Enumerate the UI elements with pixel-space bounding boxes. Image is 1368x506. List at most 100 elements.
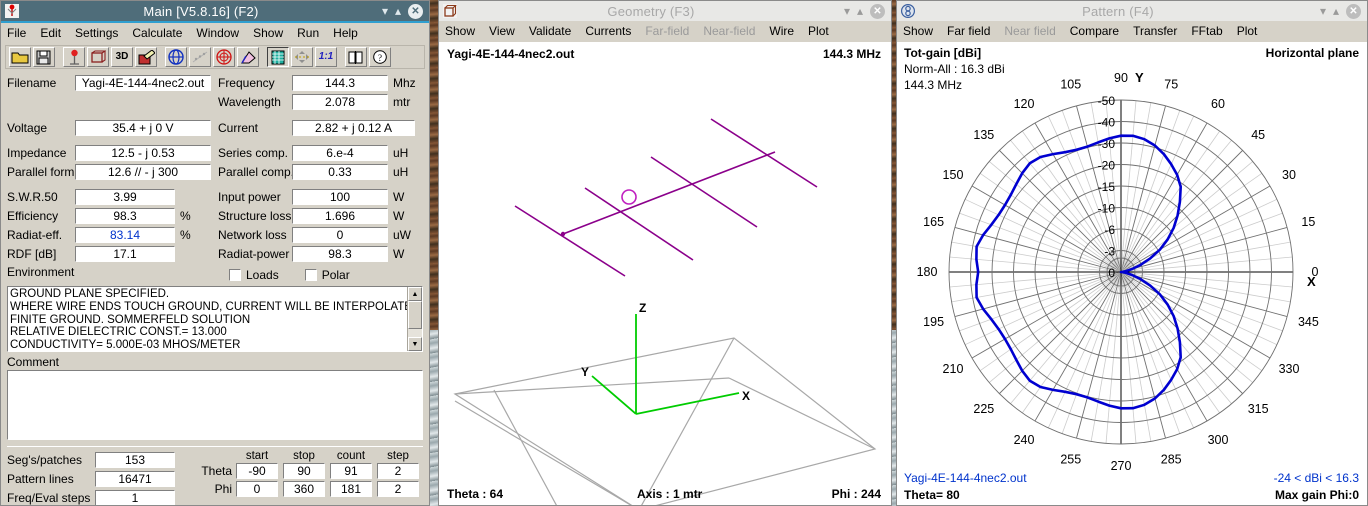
theta-start-input[interactable]: -90 [236, 463, 278, 479]
near-field-icon[interactable] [189, 47, 211, 67]
segs-input[interactable]: 153 [95, 451, 175, 468]
zoom-1to1-icon[interactable]: 1:1 [315, 47, 337, 67]
efficiency-label: Efficiency [7, 208, 59, 223]
swr-input[interactable]: 3.99 [75, 188, 175, 205]
geo-menu-show[interactable]: Show [445, 24, 475, 38]
scrollbar-track[interactable] [408, 329, 422, 337]
scrollbar-thumb[interactable] [408, 301, 422, 329]
pattern-icon [900, 3, 916, 19]
theta-stop-input[interactable]: 90 [283, 463, 325, 479]
geo-menu-currents[interactable]: Currents [585, 24, 631, 38]
impedance-input[interactable]: 12.5 - j 0.53 [75, 144, 211, 161]
radiat-power-input[interactable]: 98.3 [291, 245, 388, 262]
phi-start-input[interactable]: 0 [236, 481, 278, 497]
pat-menu-transfer[interactable]: Transfer [1133, 24, 1177, 38]
parallel-comp-input[interactable]: 0.33 [291, 163, 388, 180]
minimize-icon[interactable]: ▾ [1320, 5, 1326, 17]
maximize-icon[interactable]: ▴ [1333, 5, 1339, 17]
geo-menu-plot[interactable]: Plot [808, 24, 829, 38]
phi-stop-input[interactable]: 360 [283, 481, 325, 497]
notes-icon[interactable] [345, 47, 367, 67]
freq-steps-input[interactable]: 1 [95, 489, 175, 505]
view-3d-icon[interactable]: 3D [111, 47, 133, 67]
parallel-form-input[interactable]: 12.6 // - j 300 [75, 163, 211, 180]
filename-input[interactable]: Yagi-4E-144-4nec2.out [75, 74, 211, 91]
axis-label-z: Z [639, 301, 646, 315]
polar-axis-y-marker: Y [1135, 70, 1144, 85]
maximize-icon[interactable]: ▴ [857, 5, 863, 17]
pattern-canvas[interactable]: Tot-gain [dBi] Norm-All : 16.3 dBi 144.3… [897, 42, 1367, 505]
series-comp-unit: uH [392, 145, 409, 160]
yagi-wireframe-view [514, 118, 818, 277]
series-comp-input[interactable]: 6.e-4 [291, 144, 388, 161]
radial-tick-label: -10 [1098, 202, 1116, 216]
network-loss-input[interactable]: 0 [291, 226, 388, 243]
wavelength-input[interactable]: 2.078 [291, 93, 388, 110]
close-icon[interactable]: ✕ [408, 3, 423, 19]
save-file-icon[interactable] [33, 47, 55, 67]
polar-checkbox-box[interactable] [304, 269, 317, 281]
menu-window[interactable]: Window [196, 26, 239, 40]
pat-menu-plot[interactable]: Plot [1237, 24, 1258, 38]
main-toolbar: 3D 1:1 ? [5, 45, 425, 69]
environment-listbox[interactable]: GROUND PLANE SPECIFIED. WHERE WIRE ENDS … [7, 286, 423, 352]
optimizer-icon[interactable] [237, 47, 259, 67]
feed-point-marker [621, 189, 637, 205]
theta-count-input[interactable]: 91 [330, 463, 372, 479]
environment-scrollbar[interactable]: ▲ ▼ [407, 287, 422, 351]
pat-menu-compare[interactable]: Compare [1070, 24, 1119, 38]
input-power-input[interactable]: 100 [291, 188, 388, 205]
phi-count-input[interactable]: 181 [330, 481, 372, 497]
structure-loss-input[interactable]: 1.696 [291, 207, 388, 224]
frequency-input[interactable]: 144.3 [291, 74, 388, 91]
geometry-menubar: Show View Validate Currents Far-field Ne… [439, 21, 891, 40]
theta-step-input[interactable]: 2 [377, 463, 419, 479]
wireframe-cube-icon[interactable] [87, 47, 109, 67]
menu-help[interactable]: Help [333, 26, 358, 40]
scroll-up-icon[interactable]: ▲ [408, 287, 422, 301]
pattern-lines-label: Pattern lines [7, 471, 74, 486]
scroll-down-icon[interactable]: ▼ [408, 337, 422, 351]
efficiency-input[interactable]: 98.3 [75, 207, 175, 224]
help-icon[interactable]: ? [369, 47, 391, 67]
angle-tick-label: 270 [1111, 459, 1132, 473]
geo-menu-wire[interactable]: Wire [769, 24, 794, 38]
phi-step-input[interactable]: 2 [377, 481, 419, 497]
pat-menu-fftab[interactable]: FFtab [1191, 24, 1222, 38]
pat-menu-show[interactable]: Show [903, 24, 933, 38]
menu-run[interactable]: Run [297, 26, 319, 40]
menu-file[interactable]: File [7, 26, 26, 40]
maximize-icon[interactable]: ▴ [395, 5, 401, 17]
menu-edit[interactable]: Edit [40, 26, 61, 40]
loads-checkbox-box[interactable] [229, 269, 241, 281]
fit-window-icon[interactable] [291, 47, 313, 67]
voltage-input[interactable]: 35.4 + j 0 V [75, 119, 211, 136]
far-field-pattern-icon[interactable] [165, 47, 187, 67]
edit-nec-icon[interactable] [135, 47, 157, 67]
polar-plot-icon[interactable] [213, 47, 235, 67]
minimize-icon[interactable]: ▾ [382, 5, 388, 17]
ground-plane-axes-view: Z Y X [453, 301, 877, 505]
close-icon[interactable]: ✕ [870, 3, 885, 19]
menu-calculate[interactable]: Calculate [132, 26, 182, 40]
comment-textarea[interactable] [7, 370, 423, 440]
radiat-eff-input[interactable]: 83.14 [75, 226, 175, 243]
pat-menu-far-field[interactable]: Far field [947, 24, 990, 38]
table-view-icon[interactable] [267, 47, 289, 67]
open-file-icon[interactable] [9, 47, 31, 67]
geometry-canvas[interactable]: Yagi-4E-144-4nec2.out 144.3 MHz Z Y X Th… [439, 42, 891, 505]
menu-settings[interactable]: Settings [75, 26, 118, 40]
menu-show[interactable]: Show [253, 26, 283, 40]
geo-menu-view[interactable]: View [489, 24, 515, 38]
pattern-lines-input[interactable]: 16471 [95, 470, 175, 487]
polar-checkbox[interactable]: Polar [304, 265, 350, 285]
geo-menu-validate[interactable]: Validate [529, 24, 571, 38]
minimize-icon[interactable]: ▾ [844, 5, 850, 17]
close-icon[interactable]: ✕ [1346, 3, 1361, 19]
radiat-power-label: Radiat-power [217, 246, 290, 261]
main-fields: Filename Yagi-4E-144-4nec2.out Frequency… [1, 71, 429, 285]
loads-checkbox[interactable]: Loads [229, 265, 279, 285]
rdf-input[interactable]: 17.1 [75, 245, 175, 262]
geometry-icon[interactable] [63, 47, 85, 67]
current-input[interactable]: 2.82 + j 0.12 A [291, 119, 415, 136]
